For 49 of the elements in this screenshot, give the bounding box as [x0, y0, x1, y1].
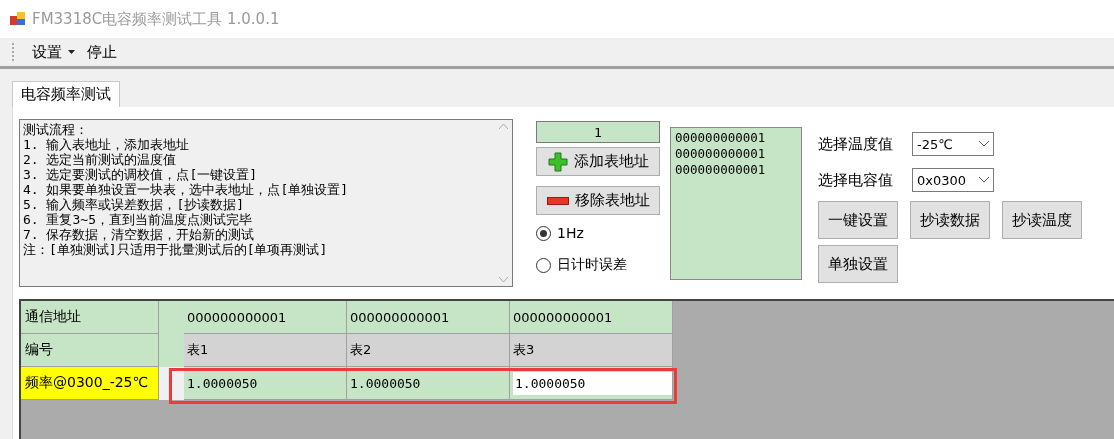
app-icon	[10, 12, 26, 26]
address-input[interactable]: 1	[536, 121, 660, 143]
chevron-icon	[979, 177, 989, 183]
table-cell[interactable]: 000000000001	[510, 301, 673, 334]
instruction-line: 7. 保存数据，清空数据，开始新的测试	[23, 227, 256, 242]
dropdown[interactable]: -25℃	[912, 132, 994, 156]
address-list[interactable]: 000000000001 000000000001 000000000001	[670, 127, 802, 280]
plus-icon	[547, 151, 568, 172]
instruction-line: 测试流程：	[23, 122, 89, 137]
action-button[interactable]: 一键设置	[818, 201, 898, 239]
chevron-icon	[979, 141, 989, 147]
action-button[interactable]: 抄读温度	[1002, 201, 1082, 239]
menu-item[interactable]: 设置	[28, 40, 79, 64]
list-item[interactable]: 000000000001	[675, 130, 797, 146]
selector-label: 选择电容值	[818, 170, 894, 190]
radio-option[interactable]: 日计时误差	[536, 251, 660, 279]
row-header: 编号	[21, 334, 159, 367]
instruction-line: 2. 选定当前测试的温度值	[23, 152, 178, 167]
table-cell[interactable]: 表3	[510, 334, 673, 367]
radio-icon[interactable]	[536, 225, 551, 241]
table-cell[interactable]: 1.0000050	[184, 367, 347, 400]
instruction-line: 6. 重复3~5，直到当前温度点测试完毕	[23, 212, 253, 227]
table-cell[interactable]: 000000000001	[347, 301, 510, 334]
dropdown[interactable]: 0x0300	[912, 168, 994, 192]
list-item[interactable]: 000000000001	[675, 162, 797, 178]
window-title: FM3318C电容频率测试工具 1.0.0.1	[32, 9, 280, 29]
instruction-line: 5. 输入频率或误差数据，[抄读数据]	[23, 197, 246, 212]
minus-icon	[546, 196, 569, 205]
table-cell[interactable]: 表2	[347, 334, 510, 367]
add-address-button[interactable]: 添加表地址	[536, 147, 660, 176]
instruction-line: 3. 选定要测试的调校值，点[一键设置]	[23, 167, 259, 182]
table-cell[interactable]: 000000000001	[184, 301, 347, 334]
action-button[interactable]: 单独设置	[818, 245, 898, 283]
instruction-line: 4. 如果要单独设置一块表，选中表地址，点[单独设置]	[23, 182, 350, 197]
list-item[interactable]: 000000000001	[675, 146, 797, 162]
remove-address-button[interactable]: 移除表地址	[536, 186, 660, 215]
table-cell[interactable]: 表1	[184, 334, 347, 367]
row-header: 通信地址	[21, 301, 159, 334]
caret-icon	[68, 50, 75, 54]
instruction-line: 1. 输入表地址，添加表地址	[23, 137, 191, 152]
radio-icon[interactable]	[536, 257, 551, 273]
action-button[interactable]: 抄读数据	[910, 201, 990, 239]
tab[interactable]: 电容频率测试	[12, 81, 120, 107]
selector-label: 选择温度值	[818, 134, 894, 154]
radio-option[interactable]: 1Hz	[536, 219, 660, 247]
row-header: 频率@0300_-25℃	[21, 367, 159, 400]
menu-item[interactable]: 停止	[83, 40, 121, 64]
table-cell[interactable]: 1.0000050	[347, 367, 510, 400]
instruction-line: 注：[单独测试]只适用于批量测试后的[单项再测试]	[23, 242, 329, 257]
